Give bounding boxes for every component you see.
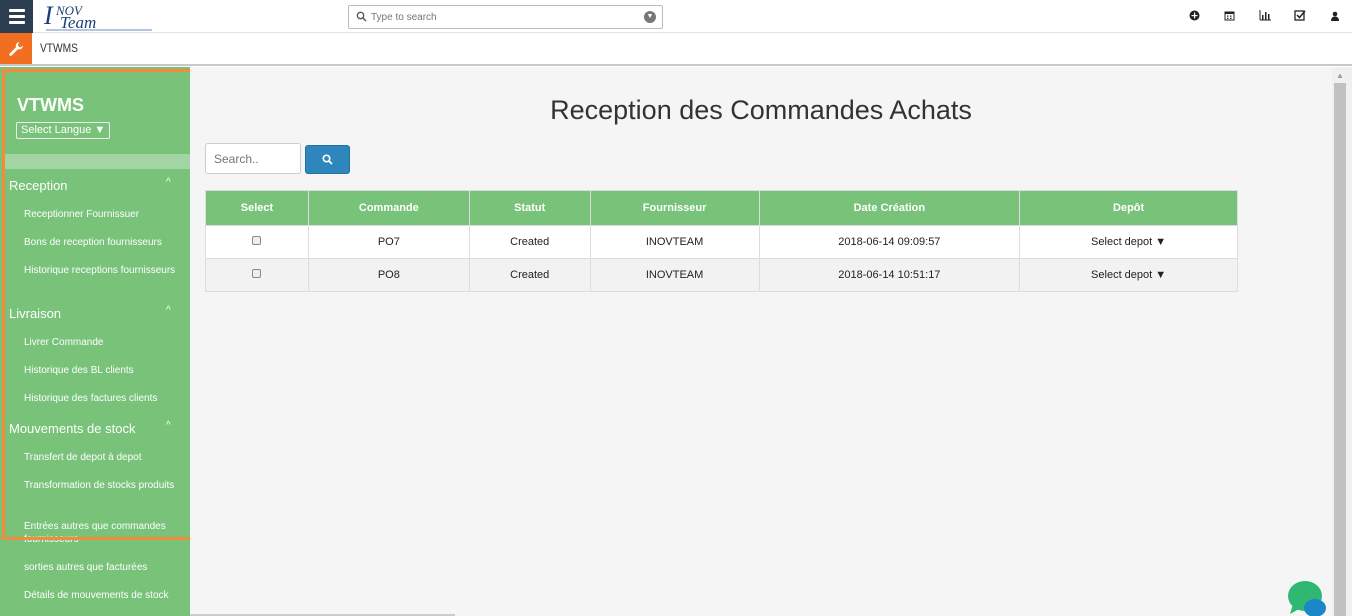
sidebar: VTWMS Select Langue ▼ Reception ^ Recept… (0, 67, 190, 616)
fournisseur-cell: INOVTEAM (589, 225, 760, 259)
scrollbar-thumb[interactable] (1334, 83, 1346, 616)
date-cell: 2018-06-14 10:51:17 (758, 258, 1021, 292)
language-select[interactable]: Select Langue ▼ (16, 122, 111, 139)
chevron-down-icon[interactable]: ▼ (644, 11, 656, 23)
statut-cell: Created (468, 258, 591, 292)
row-checkbox[interactable] (252, 269, 262, 278)
chevron-up-icon[interactable]: ^ (166, 305, 171, 316)
wrench-icon[interactable] (0, 33, 32, 64)
sidebar-item[interactable]: Historique des BL clients (24, 364, 184, 377)
plus-circle-icon[interactable] (1177, 10, 1212, 24)
chevron-up-icon[interactable]: ^ (166, 177, 171, 188)
column-header: Date Création (758, 190, 1021, 226)
chevron-up-icon[interactable]: ^ (166, 420, 171, 431)
column-header: Depôt (1019, 190, 1238, 226)
scrollbar[interactable]: ▲ (1332, 67, 1352, 616)
sidebar-item[interactable]: Transfert de depot à depot (24, 451, 184, 464)
page-title: Reception des Commandes Achats (550, 95, 972, 125)
sidebar-item[interactable]: Receptionner Fournissuer (24, 208, 184, 221)
date-cell: 2018-06-14 09:09:57 (758, 225, 1021, 259)
sidebar-section-livraison[interactable]: Livraison (9, 306, 61, 321)
sidebar-section-mouvements[interactable]: Mouvements de stock (9, 421, 135, 436)
depot-cell: Select depot ▼ (1019, 225, 1238, 259)
sidebar-item[interactable]: Détails de mouvements de stock (24, 589, 184, 602)
sidebar-item[interactable]: Livrer Commande (24, 336, 184, 349)
bar-chart-icon[interactable] (1247, 9, 1282, 24)
check-square-icon[interactable] (1282, 9, 1317, 24)
table-row: PO8 Created INOVTEAM 2018-06-14 10:51:17… (205, 258, 1238, 292)
column-header: Select (205, 190, 309, 226)
column-header: Commande (307, 190, 470, 226)
sidebar-section-reception[interactable]: Reception (9, 178, 68, 193)
search-icon (356, 11, 367, 22)
orders-table: Select Commande Statut Fournisseur Date … (205, 190, 1238, 292)
table-row: PO7 Created INOVTEAM 2018-06-14 09:09:57… (205, 225, 1238, 259)
table-header-row: Select Commande Statut Fournisseur Date … (205, 190, 1238, 226)
sidebar-item[interactable]: Historique receptions fournisseurs (24, 264, 184, 277)
sidebar-item[interactable]: Bons de reception fournisseurs (24, 236, 184, 249)
sidebar-item[interactable]: Historique des factures clients (24, 392, 184, 405)
calendar-icon[interactable] (1212, 10, 1247, 24)
commande-cell: PO8 (307, 258, 470, 292)
select-cell (205, 258, 309, 292)
search-input[interactable] (205, 143, 301, 174)
search-icon (322, 154, 333, 165)
svg-text:Team: Team (60, 13, 96, 32)
sidebar-brand: VTWMS (17, 95, 84, 115)
sub-header: VTWMS (0, 33, 1352, 66)
sidebar-divider (5, 154, 190, 169)
sidebar-item[interactable]: sorties autres que facturées (24, 561, 184, 574)
global-search[interactable]: ▼ (348, 5, 663, 29)
user-icon[interactable] (1317, 10, 1352, 24)
inovteam-logo: I NOV Team (43, 2, 152, 32)
svg-text:I: I (43, 2, 54, 30)
sidebar-item[interactable]: Transformation de stocks produits (24, 479, 184, 492)
main-content (190, 67, 1332, 616)
fournisseur-cell: INOVTEAM (589, 258, 760, 292)
search-button[interactable] (305, 145, 350, 174)
column-header: Fournisseur (589, 190, 760, 226)
select-cell (205, 225, 309, 259)
depot-cell: Select depot ▼ (1019, 258, 1238, 292)
depot-select[interactable]: Select depot ▼ (1091, 269, 1166, 281)
row-checkbox[interactable] (252, 236, 262, 245)
column-header: Statut (468, 190, 591, 226)
commande-cell: PO7 (307, 225, 470, 259)
page-breadcrumb: VTWMS (40, 41, 78, 55)
menu-icon[interactable] (0, 0, 33, 33)
sidebar-item[interactable]: Entrées autres que commandes fournisseur… (24, 520, 184, 546)
scroll-up-arrow[interactable]: ▲ (1336, 71, 1344, 80)
global-search-input[interactable] (371, 9, 631, 25)
statut-cell: Created (468, 225, 591, 259)
top-bar: I NOV Team ▼ (0, 0, 1352, 33)
chat-bubble-icon[interactable] (1287, 578, 1327, 616)
depot-select[interactable]: Select depot ▼ (1091, 236, 1166, 248)
